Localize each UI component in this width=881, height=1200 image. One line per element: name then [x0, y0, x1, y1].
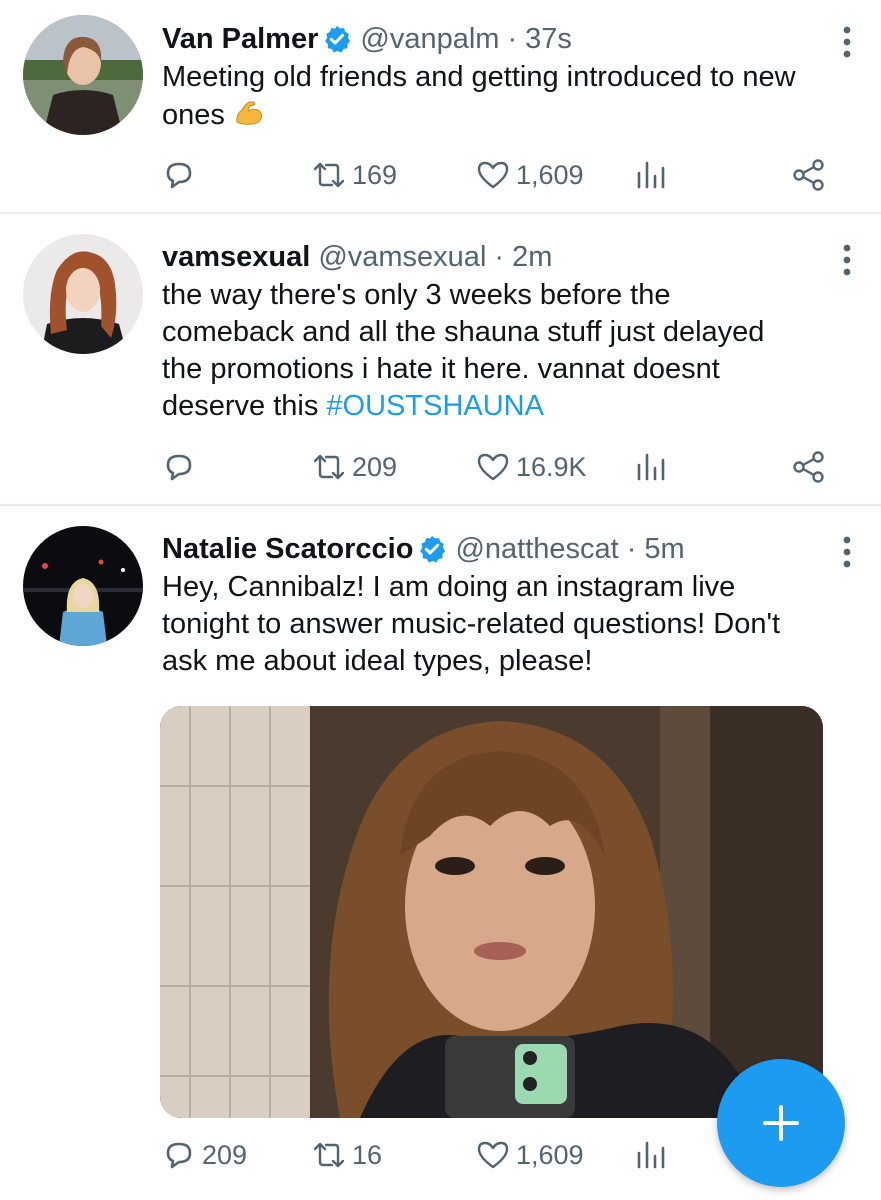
tweet-text: Meeting old friends and getting introduc…: [162, 59, 812, 134]
more-vertical-icon[interactable]: [835, 24, 859, 60]
author-handle[interactable]: @natthescat: [455, 530, 618, 568]
retweet-count: 169: [352, 159, 398, 190]
author-handle[interactable]: @vamsexual: [318, 238, 486, 276]
analytics-button[interactable]: [634, 158, 674, 192]
reply-icon: [166, 1142, 192, 1169]
tweet-text-line: Hey, Cannibalz! I am doing an instagram …: [162, 571, 736, 603]
tweet-text-line: ask me about ideal types, please!: [162, 645, 593, 677]
tweet-header: Van Palmer @vanpalm · 37s: [162, 20, 851, 58]
retweet-icon: [313, 1142, 345, 1168]
like-button[interactable]: 16.9K: [476, 450, 587, 484]
selfie-photo: [160, 706, 823, 1118]
retweet-count: 16: [352, 1139, 383, 1170]
author-name[interactable]: Van Palmer: [162, 20, 318, 58]
author-handle[interactable]: @vanpalm: [360, 20, 499, 58]
verified-badge-icon: [325, 25, 351, 53]
separator-dot: ·: [507, 23, 518, 55]
tweet-time[interactable]: 2m: [512, 238, 552, 276]
hashtag-link[interactable]: #OUSTSHAUNA: [326, 390, 544, 422]
reply-button[interactable]: [162, 450, 202, 484]
author-name[interactable]: vamsexual: [162, 238, 310, 276]
author-name[interactable]: Natalie Scatorccio: [162, 530, 413, 568]
share-button[interactable]: [792, 450, 832, 484]
analytics-icon: [637, 1141, 665, 1169]
heart-icon: [477, 453, 509, 481]
retweet-button[interactable]: 209: [312, 450, 397, 484]
like-count: 1,609: [516, 1139, 584, 1170]
reply-count: 209: [202, 1139, 248, 1170]
share-button[interactable]: [792, 158, 832, 192]
tweet-text-line: comeback and all the shauna stuff just d…: [162, 316, 765, 348]
tweet-2[interactable]: vamsexual @vamsexual · 2m the way there'…: [0, 214, 881, 506]
separator-dot: ·: [494, 241, 505, 273]
avatar-image: [23, 15, 143, 135]
more-vertical-icon[interactable]: [835, 242, 859, 278]
retweet-button[interactable]: 16: [312, 1138, 382, 1172]
plus-icon: [763, 1105, 799, 1141]
retweet-button[interactable]: 169: [312, 158, 397, 192]
avatar-vamsexual[interactable]: [23, 234, 143, 354]
tweet-text: Hey, Cannibalz! I am doing an instagram …: [162, 569, 851, 680]
tweet-text-line: the way there's only 3 weeks before the: [162, 279, 671, 311]
heart-icon: [477, 161, 509, 189]
tweet-header: vamsexual @vamsexual · 2m: [162, 238, 851, 276]
like-button[interactable]: 1,609: [476, 158, 584, 192]
avatar-image: [23, 234, 143, 354]
tweet-time[interactable]: 37s: [525, 20, 572, 58]
tweet-text: the way there's only 3 weeks before the …: [162, 277, 851, 425]
reply-icon: [166, 454, 192, 481]
retweet-count: 209: [352, 451, 398, 482]
analytics-button[interactable]: [634, 1138, 674, 1172]
tweet-header: Natalie Scatorccio @natthescat · 5m: [162, 530, 851, 568]
tweet-text-line: tonight to answer music-related question…: [162, 608, 781, 640]
verified-badge-icon: [420, 535, 446, 563]
share-icon: [793, 451, 824, 483]
separator-dot: ·: [626, 533, 637, 565]
like-count: 16.9K: [516, 451, 587, 482]
analytics-button[interactable]: [634, 450, 674, 484]
tweet-time[interactable]: 5m: [644, 530, 684, 568]
tweet-media-photo[interactable]: [160, 706, 823, 1118]
analytics-icon: [637, 453, 665, 481]
more-vertical-icon[interactable]: [835, 534, 859, 570]
reply-button[interactable]: [162, 158, 202, 192]
like-button[interactable]: 1,609: [476, 1138, 584, 1172]
like-count: 1,609: [516, 159, 584, 190]
share-icon: [793, 159, 824, 191]
tweet-text-line: deserve this #OUSTSHAUNA: [162, 388, 851, 425]
retweet-icon: [313, 454, 345, 480]
avatar-image: [23, 526, 143, 646]
heart-icon: [477, 1141, 509, 1169]
tweet-text-segment: deserve this: [162, 390, 327, 422]
retweet-icon: [313, 162, 345, 188]
compose-tweet-button[interactable]: [717, 1059, 845, 1187]
tweet-text-line: the promotions i hate it here. vannat do…: [162, 353, 720, 385]
reply-icon: [166, 162, 192, 189]
reply-button[interactable]: 209: [162, 1138, 247, 1172]
tweet-1[interactable]: Van Palmer @vanpalm · 37s Meeting old fr…: [0, 0, 881, 214]
flexed-biceps-icon: [236, 101, 263, 125]
analytics-icon: [637, 161, 665, 189]
avatar-natalie-scatorccio[interactable]: [23, 526, 143, 646]
avatar-van-palmer[interactable]: [23, 15, 143, 135]
